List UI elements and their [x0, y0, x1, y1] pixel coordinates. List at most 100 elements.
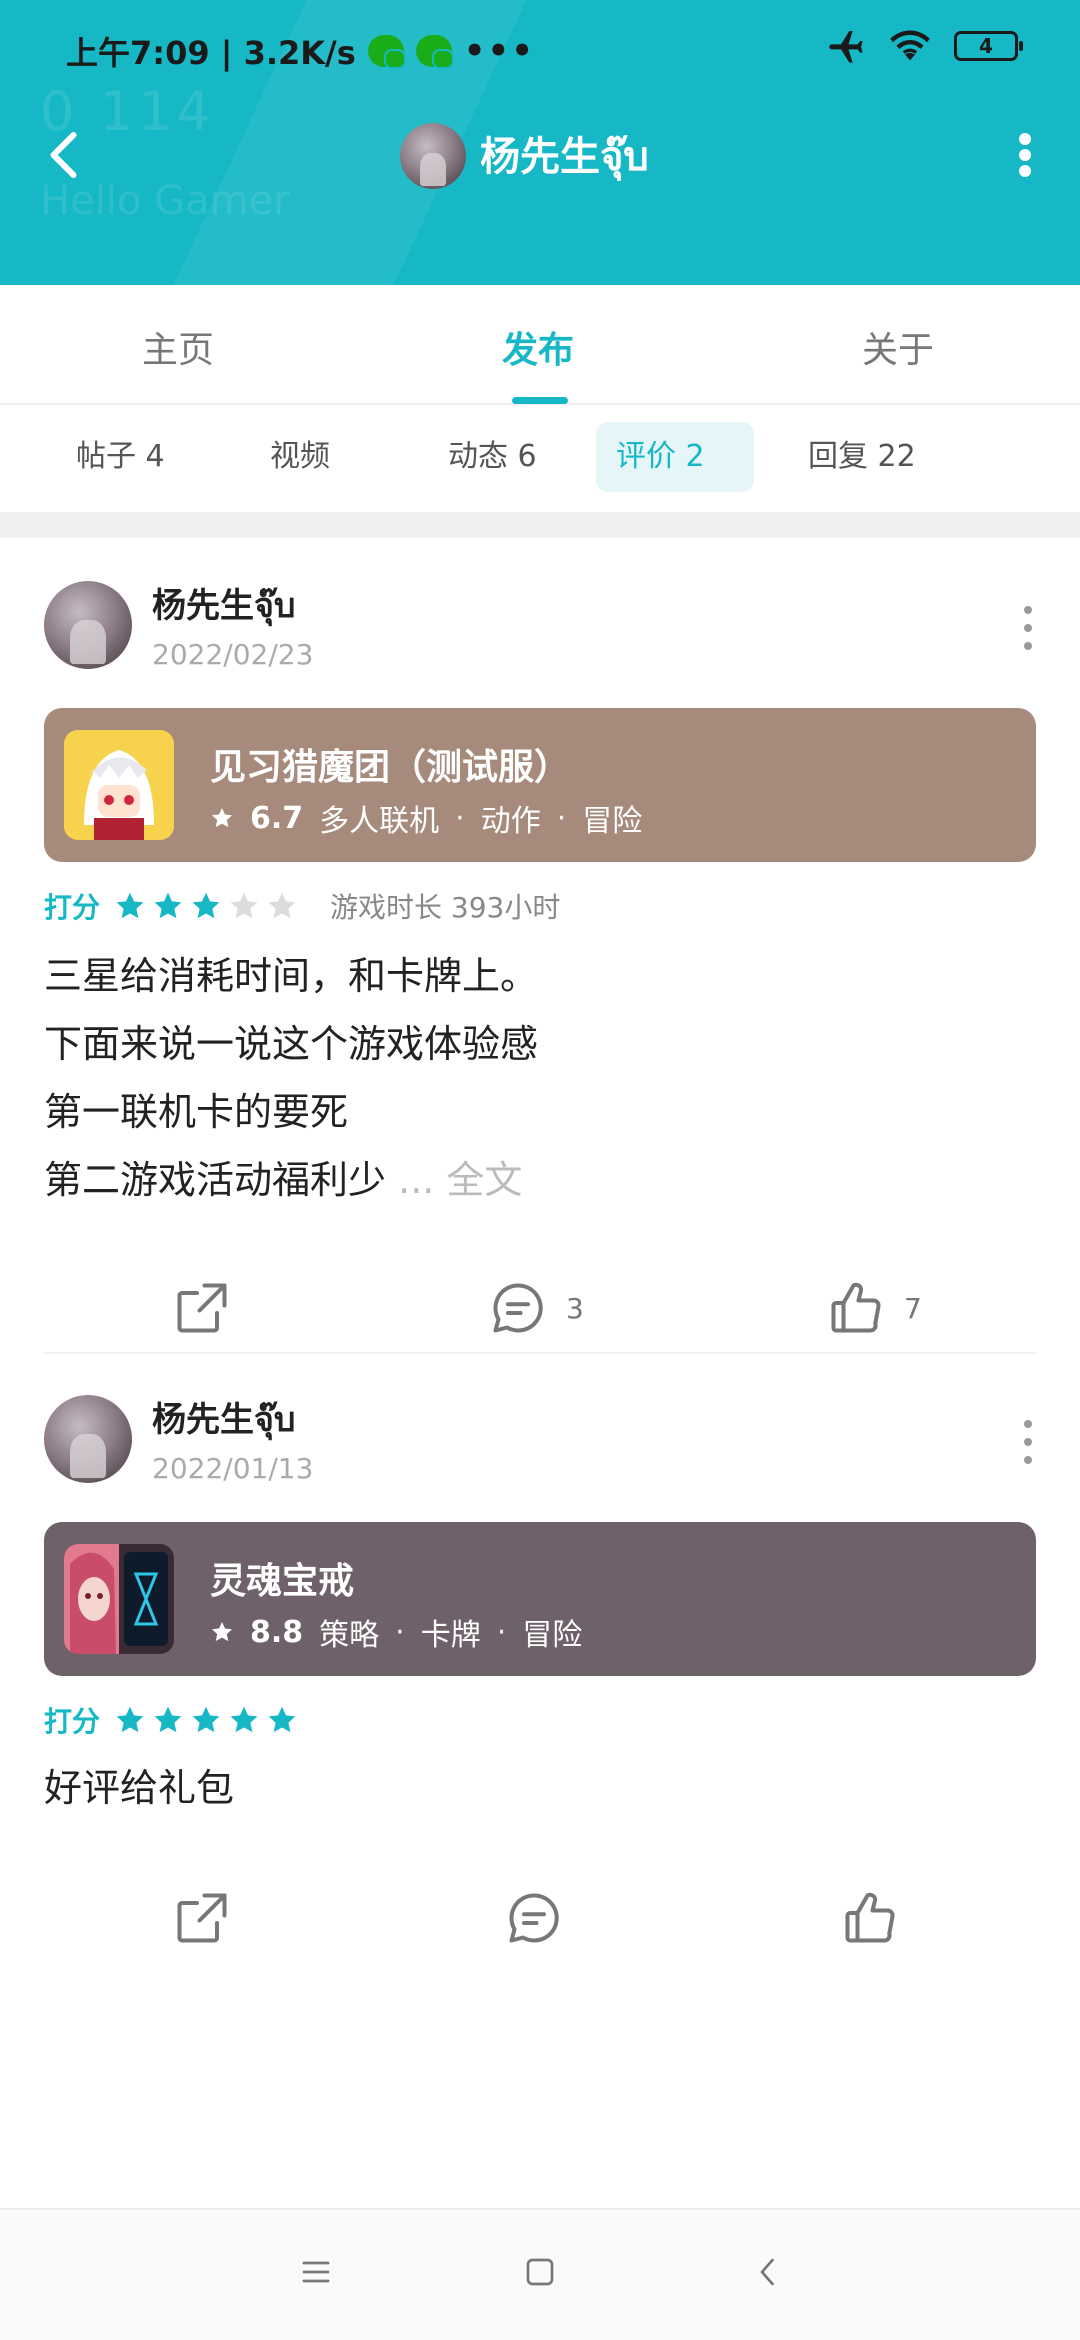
active-tab-indicator	[512, 397, 568, 404]
post-more-icon[interactable]	[1020, 1420, 1036, 1480]
star-icon	[212, 808, 232, 828]
status-bar: 上午7:09 | 3.2K/s ••• 4	[0, 0, 1080, 100]
comment-icon	[509, 1893, 559, 1943]
menu-icon[interactable]	[298, 2254, 334, 2290]
star-icon	[268, 1706, 296, 1733]
review-line: 第一联机卡的要死	[44, 1090, 349, 1134]
game-card[interactable]: 见习猎魔团（测试服） 6.7 多人联机 · 动作 · 冒险	[44, 708, 1036, 862]
star-icon	[192, 892, 220, 919]
star-icon	[154, 1706, 182, 1733]
star-icon	[192, 1706, 220, 1733]
home-icon[interactable]	[522, 2254, 558, 2290]
tab-about[interactable]: 关于	[862, 321, 934, 373]
game-tag: 策略	[319, 1618, 380, 1653]
game-tag: 卡牌	[420, 1618, 481, 1653]
post-actions: 3 7	[0, 1278, 1080, 1358]
comment-button[interactable]: 3	[488, 1278, 584, 1338]
subtab-reviews[interactable]: 评价 2	[596, 422, 754, 492]
tag-separator: ·	[496, 1614, 507, 1650]
back-arrow-icon[interactable]	[36, 125, 96, 185]
tab-publish[interactable]: 发布	[502, 321, 574, 373]
airplane-mode-icon	[829, 31, 863, 63]
share-button[interactable]	[172, 1888, 232, 1948]
rating-label: 打分	[44, 891, 101, 924]
star-empty-icon	[230, 892, 258, 919]
review-card: 杨先生จุ๊บ 2022/01/13 灵魂宝戒 8.8 策略 · 卡牌 · 冒险…	[0, 1352, 1080, 1952]
more-options-icon[interactable]	[1000, 125, 1050, 185]
subtab-posts[interactable]: 帖子 4	[56, 422, 185, 492]
battery-icon: 4	[954, 31, 1023, 61]
review-line: 三星给消耗时间，和卡牌上。	[44, 954, 539, 998]
game-icon	[64, 1544, 174, 1654]
header-username: 杨先生จุ๊บ	[480, 134, 649, 180]
tag-separator: ·	[395, 1614, 405, 1650]
profile-header: 0 114 Hello Gamer 上午7:09 | 3.2K/s ••• 4 …	[0, 0, 1080, 285]
rating-label: 打分	[44, 1705, 101, 1738]
avatar	[44, 1394, 132, 1483]
header-user[interactable]: 杨先生จุ๊บ	[400, 123, 649, 189]
author-name: 杨先生จุ๊บ	[152, 586, 296, 626]
review-card: 杨先生จุ๊บ 2022/02/23 见习猎魔团（测试服） 6.7 多人联机 ·…	[0, 538, 1080, 1358]
share-button[interactable]	[172, 1278, 232, 1338]
review-text: 三星给消耗时间，和卡牌上。 下面来说一说这个游戏体验感 第一联机卡的要死 第二游…	[44, 942, 538, 1214]
play-time: 游戏时长 393小时	[330, 891, 561, 924]
post-author[interactable]: 杨先生จุ๊บ 2022/02/23	[44, 578, 313, 671]
post-author[interactable]: 杨先生จุ๊บ 2022/01/13	[44, 1392, 313, 1485]
wechat-icon	[367, 35, 406, 69]
subtab-replies[interactable]: 回复 22	[788, 422, 936, 492]
like-button[interactable]: 7	[826, 1278, 922, 1338]
star-icon	[116, 1706, 144, 1733]
review-line: 好评给礼包	[44, 1766, 235, 1810]
tag-separator: ·	[556, 800, 567, 836]
star-icon	[212, 1622, 232, 1642]
game-card[interactable]: 灵魂宝戒 8.8 策略 · 卡牌 · 冒险	[44, 1522, 1036, 1676]
comment-button[interactable]	[504, 1888, 564, 1948]
tab-home[interactable]: 主页	[142, 321, 214, 373]
share-icon	[177, 1283, 227, 1333]
thumbs-up-icon	[845, 1892, 895, 1943]
like-button[interactable]	[840, 1888, 900, 1948]
wifi-icon	[890, 30, 930, 61]
share-icon	[177, 1893, 227, 1943]
star-icon	[154, 892, 182, 919]
profile-tabs: 主页 发布 关于	[0, 285, 1080, 405]
status-time-speed: 上午7:09 | 3.2K/s	[66, 34, 356, 72]
game-title: 灵魂宝戒	[210, 1561, 355, 1602]
game-score: 8.8	[250, 1614, 304, 1650]
game-icon	[64, 730, 174, 840]
system-navigation-bar	[0, 2208, 1080, 2340]
review-line: 第二游戏活动福利少	[44, 1158, 387, 1202]
post-actions	[0, 1888, 1080, 1968]
subtab-videos[interactable]: 视频	[250, 422, 350, 492]
rating-row: 打分	[44, 1700, 304, 1740]
game-tag: 动作	[480, 804, 541, 839]
read-more-link[interactable]: ... 全文	[398, 1158, 522, 1202]
subtab-moments[interactable]: 动态 6	[428, 422, 557, 492]
more-notifications-icon: •••	[463, 31, 535, 71]
game-title: 见习猎魔团（测试服）	[210, 747, 571, 788]
star-icon	[116, 892, 144, 919]
content-filter-tabs: 帖子 4 视频 动态 6 评价 2 回复 22	[0, 406, 1080, 512]
wechat-icon	[415, 35, 454, 69]
game-score: 6.7	[250, 800, 304, 836]
section-separator	[0, 512, 1080, 538]
rating-row: 打分 游戏时长 393小时	[44, 886, 560, 926]
avatar	[44, 580, 132, 669]
top-nav: 杨先生จุ๊บ	[0, 105, 1080, 205]
review-text: 好评给礼包	[44, 1754, 234, 1822]
avatar	[400, 123, 466, 189]
tag-separator: ·	[455, 800, 465, 836]
thumbs-up-icon	[831, 1282, 881, 1333]
star-empty-icon	[268, 892, 296, 919]
post-more-icon[interactable]	[1020, 606, 1036, 666]
post-date: 2022/01/13	[152, 1452, 314, 1485]
game-tag: 多人联机	[319, 804, 440, 839]
comment-icon	[493, 1283, 543, 1333]
post-date: 2022/02/23	[152, 638, 314, 671]
back-icon[interactable]	[750, 2254, 786, 2290]
author-name: 杨先生จุ๊บ	[152, 1400, 296, 1440]
star-icon	[230, 1706, 258, 1733]
review-line: 下面来说一说这个游戏体验感	[44, 1022, 539, 1066]
game-tag: 冒险	[582, 804, 643, 839]
comment-count: 3	[566, 1291, 584, 1325]
